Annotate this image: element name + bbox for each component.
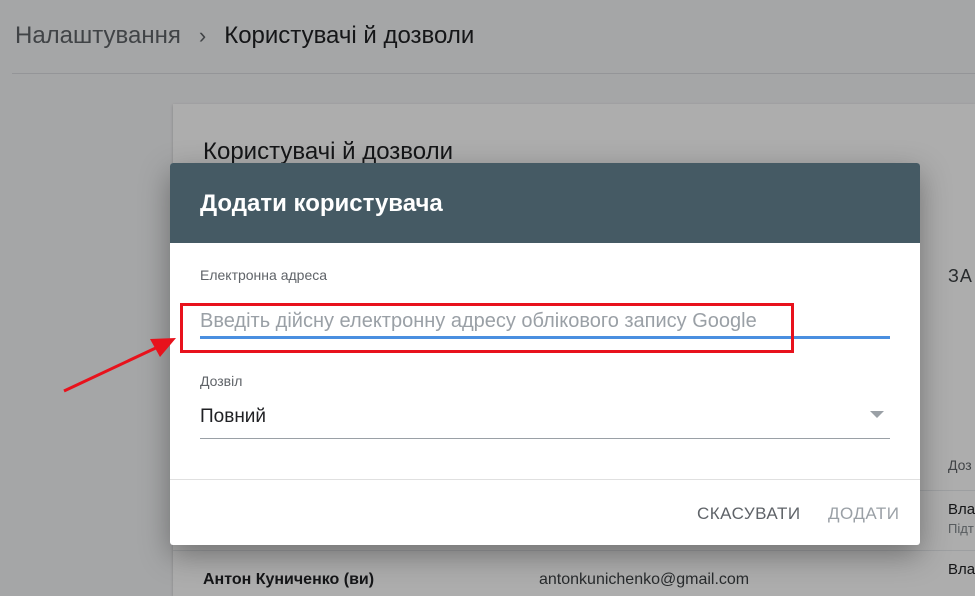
annotation-highlight-box [180, 303, 794, 353]
email-field-label: Електронна адреса [200, 267, 328, 283]
add-user-dialog: Додати користувача Електронна адреса Доз… [170, 163, 920, 545]
permission-select[interactable]: Повний [200, 393, 890, 439]
permission-select-value: Повний [200, 406, 267, 427]
dialog-header: Додати користувача [170, 163, 920, 243]
cancel-button[interactable]: СКАСУВАТИ [697, 504, 801, 524]
permission-field-label: Дозвіл [200, 373, 243, 389]
dropdown-arrow-icon [870, 411, 884, 418]
dialog-body: Електронна адреса Дозвіл Повний [170, 243, 920, 479]
add-button[interactable]: ДОДАТИ [828, 504, 900, 524]
dialog-title: Додати користувача [200, 190, 443, 217]
dialog-actions: СКАСУВАТИ ДОДАТИ [170, 480, 920, 545]
